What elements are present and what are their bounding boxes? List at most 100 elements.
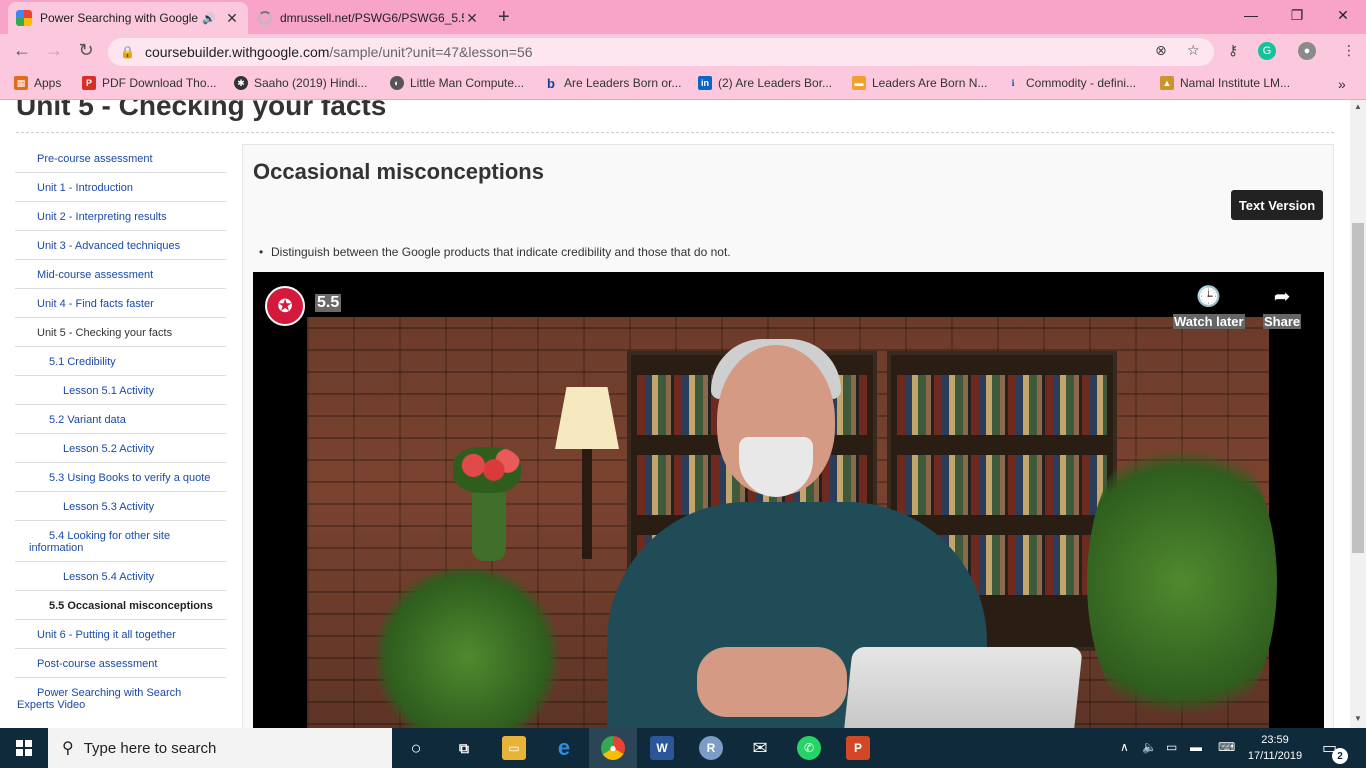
- network-icon[interactable]: ▭: [1166, 740, 1177, 754]
- show-hidden-icons[interactable]: ∧: [1120, 740, 1129, 754]
- share-label: Share: [1263, 314, 1302, 329]
- bing-icon: b: [547, 75, 555, 91]
- scroll-thumb[interactable]: [1352, 223, 1364, 553]
- task-view-icon[interactable]: ⧉: [452, 736, 476, 760]
- taskbar-search[interactable]: ⚲ Type here to search: [48, 728, 392, 768]
- books: [897, 455, 1107, 515]
- sidebar-item-pre-course[interactable]: Pre-course assessment: [15, 144, 226, 173]
- lesson-panel: Occasional misconceptions Text Version D…: [242, 144, 1334, 728]
- sidebar-item-lesson-5-3-activity[interactable]: Lesson 5.3 Activity: [15, 492, 226, 521]
- chrome-icon[interactable]: ●: [601, 736, 625, 760]
- bookmark-label: Little Man Compute...: [410, 76, 525, 90]
- bookmark-apps[interactable]: ▦ Apps: [14, 76, 61, 90]
- film-reel-icon: ✱: [234, 76, 248, 90]
- restore-button[interactable]: ❐: [1274, 4, 1320, 26]
- new-tab-button[interactable]: +: [498, 6, 510, 29]
- sidebar-item-unit-4[interactable]: Unit 4 - Find facts faster: [15, 289, 226, 318]
- address-bar[interactable]: 🔒 coursebuilder.withgoogle.com/sample/un…: [108, 38, 1214, 66]
- sidebar-item-unit-3[interactable]: Unit 3 - Advanced techniques: [15, 231, 226, 260]
- video-title[interactable]: 5.5: [315, 294, 342, 312]
- translate-blocked-icon[interactable]: ⊗: [1155, 42, 1167, 59]
- watch-later-button[interactable]: 🕒 Watch later: [1173, 286, 1245, 329]
- edge-icon[interactable]: e: [552, 735, 576, 760]
- sidebar-item-lesson-5-1-activity[interactable]: Lesson 5.1 Activity: [15, 376, 226, 405]
- sidebar-item-5-1[interactable]: 5.1 Credibility: [15, 347, 226, 376]
- graduation-cap-icon: ▲: [1160, 76, 1174, 90]
- scroll-up-arrow[interactable]: ▲: [1354, 102, 1362, 111]
- tab-dmrussell[interactable]: dmrussell.net/PSWG6/PSWG6_5.5 ✕: [250, 2, 488, 34]
- forward-button[interactable]: →: [42, 40, 66, 61]
- sidebar-item-lesson-5-4-activity[interactable]: Lesson 5.4 Activity: [15, 562, 226, 591]
- keyboard-icon[interactable]: ⌨: [1218, 740, 1235, 754]
- tab-power-searching[interactable]: Power Searching with Google 🔊 ✕: [8, 2, 248, 34]
- notification-badge: 2: [1332, 748, 1348, 764]
- bookmark-pdf[interactable]: P PDF Download Tho...: [82, 76, 217, 90]
- word-icon[interactable]: W: [650, 736, 674, 760]
- sidebar-item-5-4[interactable]: 5.4 Looking for other site information: [15, 521, 226, 562]
- sidebar-item-unit-1[interactable]: Unit 1 - Introduction: [15, 173, 226, 202]
- bookmark-are-leaders[interactable]: b Are Leaders Born or...: [544, 75, 681, 91]
- bookmark-star-icon[interactable]: ☆: [1187, 42, 1200, 59]
- books: [897, 375, 1107, 435]
- pdf-icon: P: [82, 76, 96, 90]
- loading-spinner-icon: [258, 11, 272, 25]
- bookmark-saaho[interactable]: ✱ Saaho (2019) Hindi...: [234, 76, 367, 90]
- whatsapp-icon[interactable]: ✆: [797, 736, 821, 760]
- volume-icon[interactable]: 🔈: [1142, 740, 1157, 754]
- bookmark-label: Saaho (2019) Hindi...: [254, 76, 368, 90]
- lesson-title: Occasional misconceptions: [253, 159, 544, 184]
- tab-title: Power Searching with Google: [40, 11, 199, 25]
- sidebar-item-post-course[interactable]: Post-course assessment: [15, 649, 226, 678]
- google-favicon-icon: [16, 10, 32, 26]
- more-bookmarks-button[interactable]: »: [1338, 76, 1346, 92]
- bookmark-commodity[interactable]: ℹ Commodity - defini...: [1006, 76, 1136, 90]
- profile-avatar[interactable]: ●: [1298, 42, 1316, 60]
- powerpoint-icon[interactable]: P: [846, 736, 870, 760]
- apps-grid-icon: ▦: [14, 76, 28, 90]
- system-clock[interactable]: 23:59 17/11/2019: [1240, 732, 1310, 764]
- bookmark-linkedin[interactable]: in (2) Are Leaders Bor...: [698, 76, 832, 90]
- cortana-icon[interactable]: ○: [404, 736, 428, 760]
- sidebar-item-5-3[interactable]: 5.3 Using Books to verify a quote: [15, 463, 226, 492]
- bookmark-label: Leaders Are Born N...: [872, 76, 988, 90]
- menu-kebab-icon[interactable]: ⋮: [1342, 42, 1356, 59]
- sidebar-item-lesson-5-2-activity[interactable]: Lesson 5.2 Activity: [15, 434, 226, 463]
- scroll-down-arrow[interactable]: ▼: [1354, 714, 1362, 723]
- sidebar-item-5-5[interactable]: 5.5 Occasional misconceptions: [15, 591, 226, 620]
- url-path: /sample/unit?unit=47&lesson=56: [329, 44, 533, 60]
- bookmark-little-man[interactable]: ◐ Little Man Compute...: [390, 76, 524, 90]
- share-button[interactable]: ➦ Share: [1263, 286, 1302, 329]
- windows-taskbar: ⚲ Type here to search ○ ⧉ ▭ e ● W R ✉ ✆ …: [0, 728, 1366, 768]
- sidebar-item-experts-video[interactable]: Power Searching with Search Experts Vide…: [15, 678, 226, 720]
- text-version-button[interactable]: Text Version: [1231, 190, 1323, 220]
- sidebar-item-unit-2[interactable]: Unit 2 - Interpreting results: [15, 202, 226, 231]
- windows-logo-icon: [16, 740, 32, 756]
- bookmark-namal[interactable]: ▲ Namal Institute LM...: [1160, 76, 1290, 90]
- reload-button[interactable]: ↻: [74, 40, 98, 61]
- mail-icon[interactable]: ✉: [748, 736, 772, 760]
- r-app-icon[interactable]: R: [699, 736, 723, 760]
- vase: [472, 489, 506, 561]
- bookmark-leaders-born[interactable]: ▬ Leaders Are Born N...: [852, 76, 987, 90]
- sidebar-item-unit-5[interactable]: Unit 5 - Checking your facts: [15, 318, 226, 347]
- sidebar-item-unit-6[interactable]: Unit 6 - Putting it all together: [15, 620, 226, 649]
- grammarly-icon[interactable]: G: [1258, 42, 1276, 60]
- start-button[interactable]: [0, 728, 48, 768]
- close-tab-icon[interactable]: ✕: [464, 10, 480, 27]
- course-sidebar: Pre-course assessment Unit 1 - Introduct…: [15, 144, 226, 720]
- extension-key-icon[interactable]: ⚷: [1228, 42, 1238, 59]
- close-window-button[interactable]: ✕: [1320, 4, 1366, 26]
- channel-logo[interactable]: ✪: [265, 286, 305, 326]
- investopedia-icon: ℹ: [1011, 77, 1015, 88]
- bookmark-label: Commodity - defini...: [1026, 76, 1137, 90]
- file-explorer-icon[interactable]: ▭: [502, 736, 526, 760]
- sidebar-item-mid-course[interactable]: Mid-course assessment: [15, 260, 226, 289]
- close-tab-icon[interactable]: ✕: [224, 10, 240, 27]
- minimize-button[interactable]: —: [1228, 4, 1274, 26]
- sidebar-item-5-2[interactable]: 5.2 Variant data: [15, 405, 226, 434]
- page-scrollbar[interactable]: ▲ ▼: [1350, 100, 1366, 728]
- video-player[interactable]: ✪ 5.5 🕒 Watch later ➦ Share: [253, 272, 1324, 728]
- battery-icon[interactable]: ▬: [1190, 740, 1202, 754]
- audio-playing-icon[interactable]: 🔊: [202, 12, 216, 25]
- back-button[interactable]: ←: [10, 40, 34, 61]
